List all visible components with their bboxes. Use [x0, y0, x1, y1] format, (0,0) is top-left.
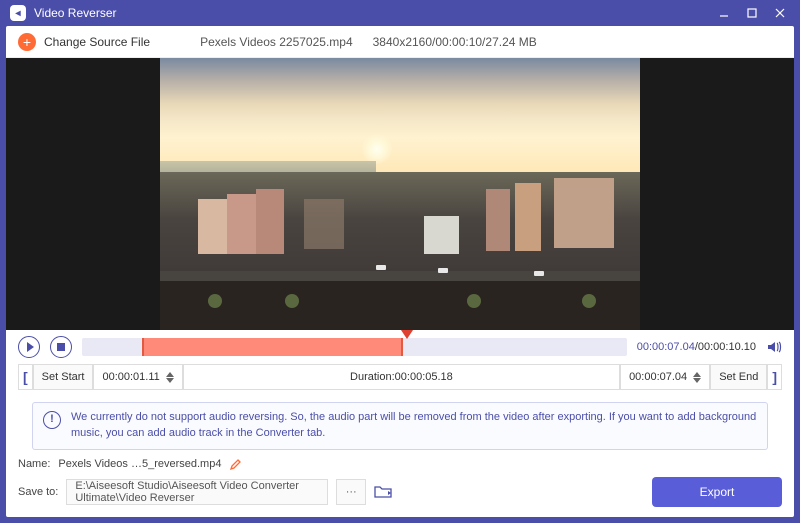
open-folder-button[interactable]	[374, 484, 392, 500]
timeline-slider[interactable]	[82, 338, 627, 356]
duration-display: Duration:00:00:05.18	[183, 364, 620, 390]
app-icon: ◂	[10, 5, 26, 21]
selection-range[interactable]	[142, 338, 403, 356]
total-time: /00:00:10.10	[695, 341, 756, 353]
save-to-label: Save to:	[18, 486, 58, 498]
plus-icon: +	[18, 33, 36, 51]
audio-notice: ! We currently do not support audio reve…	[32, 402, 768, 450]
maximize-button[interactable]	[738, 1, 766, 25]
name-label: Name:	[18, 458, 50, 470]
info-icon: !	[43, 411, 61, 429]
end-time-stepper[interactable]	[693, 372, 701, 383]
video-preview[interactable]	[6, 58, 794, 330]
save-path-field[interactable]: E:\Aiseesoft Studio\Aiseesoft Video Conv…	[66, 479, 328, 505]
window-title: Video Reverser	[34, 6, 117, 20]
speaker-icon	[766, 339, 782, 355]
stop-icon	[57, 343, 65, 351]
source-meta: 3840x2160/00:00:10/27.24 MB	[373, 35, 537, 49]
output-name-value: Pexels Videos …5_reversed.mp4	[58, 458, 221, 470]
edit-name-button[interactable]	[229, 458, 242, 471]
titlebar: ◂ Video Reverser	[0, 0, 800, 26]
playhead-marker[interactable]	[401, 330, 413, 339]
output-name-row: Name: Pexels Videos …5_reversed.mp4	[18, 458, 782, 471]
save-row: Save to: E:\Aiseesoft Studio\Aiseesoft V…	[18, 477, 782, 507]
volume-button[interactable]	[766, 339, 782, 355]
range-row: [ Set Start 00:00:01.11 Duration:00:00:0…	[6, 364, 794, 398]
pencil-icon	[229, 458, 242, 471]
folder-icon	[374, 484, 392, 500]
change-source-button[interactable]: + Change Source File	[18, 33, 150, 51]
minimize-button[interactable]	[710, 1, 738, 25]
current-time: 00:00:07.04	[637, 341, 695, 353]
notice-text: We currently do not support audio revers…	[71, 410, 757, 442]
close-button[interactable]	[766, 1, 794, 25]
start-time-stepper[interactable]	[166, 372, 174, 383]
start-time-value: 00:00:01.11	[102, 371, 159, 383]
play-icon	[27, 342, 34, 352]
header-row: + Change Source File Pexels Videos 22570…	[6, 26, 794, 58]
video-frame	[160, 58, 640, 330]
end-time-value: 00:00:07.04	[629, 371, 687, 383]
start-time-field[interactable]: 00:00:01.11	[93, 364, 182, 390]
save-area: Name: Pexels Videos …5_reversed.mp4 Save…	[6, 456, 794, 515]
stop-button[interactable]	[50, 336, 72, 358]
end-time-field[interactable]: 00:00:07.04	[620, 364, 710, 390]
source-filename: Pexels Videos 2257025.mp4	[200, 35, 353, 49]
end-bracket-icon: ]	[767, 364, 782, 390]
export-button[interactable]: Export	[652, 477, 782, 507]
app-frame: + Change Source File Pexels Videos 22570…	[6, 26, 794, 517]
duration-label: Duration:	[350, 371, 395, 383]
duration-value: 00:00:05.18	[395, 371, 453, 383]
time-readout: 00:00:07.04/00:00:10.10	[637, 341, 756, 353]
start-bracket-icon: [	[18, 364, 33, 390]
playback-controls: 00:00:07.04/00:00:10.10	[6, 330, 794, 364]
set-end-button[interactable]: Set End	[710, 364, 767, 390]
set-start-button[interactable]: Set Start	[33, 364, 94, 390]
play-button[interactable]	[18, 336, 40, 358]
change-source-label: Change Source File	[44, 35, 150, 49]
browse-button[interactable]: ···	[336, 479, 366, 505]
